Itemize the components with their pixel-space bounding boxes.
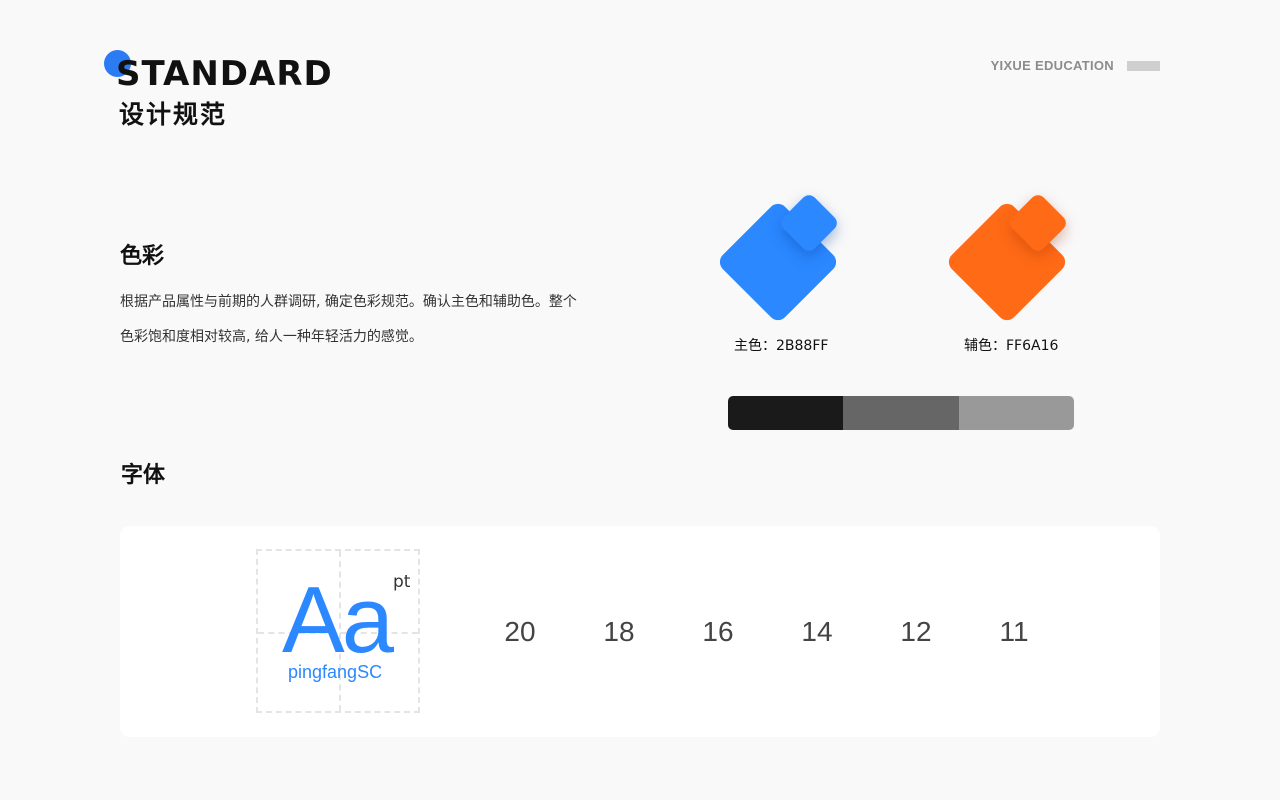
- page-subtitle: 设计规范: [119, 100, 228, 129]
- font-size-item: 18: [603, 616, 635, 647]
- primary-color-swatch: [714, 186, 854, 326]
- brand-name: YIXUE EDUCATION: [990, 58, 1114, 73]
- font-card: Aa pt pingfangSC 20 18 16 14 12 11: [120, 526, 1160, 737]
- gray-swatch-dark: [728, 396, 844, 430]
- color-description: 根据产品属性与前期的人群调研, 确定色彩规范。确认主色和辅助色。整个色彩饱和度相…: [120, 294, 577, 345]
- font-size-item: 11: [999, 616, 1029, 647]
- font-sample-text: Aa: [282, 567, 394, 672]
- font-name: pingfangSC: [288, 662, 383, 682]
- primary-color-label: 主色：2B88FF: [734, 338, 829, 354]
- font-size-item: 16: [702, 616, 734, 647]
- secondary-color-label: 辅色：FF6A16: [964, 338, 1059, 354]
- unit-label: pt: [393, 572, 411, 592]
- page-title: STANDARD: [116, 54, 333, 94]
- font-size-item: 20: [504, 616, 536, 647]
- gray-swatch-medium: [843, 396, 959, 430]
- secondary-color-swatch: [943, 186, 1083, 326]
- font-section-title: 字体: [121, 463, 166, 488]
- gray-swatch-light: [958, 396, 1074, 430]
- font-size-item: 14: [801, 616, 833, 647]
- font-size-item: 12: [900, 616, 932, 647]
- color-section-title: 色彩: [120, 244, 165, 269]
- brand-bar: [1127, 61, 1160, 71]
- gray-scale-bar: [728, 396, 1074, 430]
